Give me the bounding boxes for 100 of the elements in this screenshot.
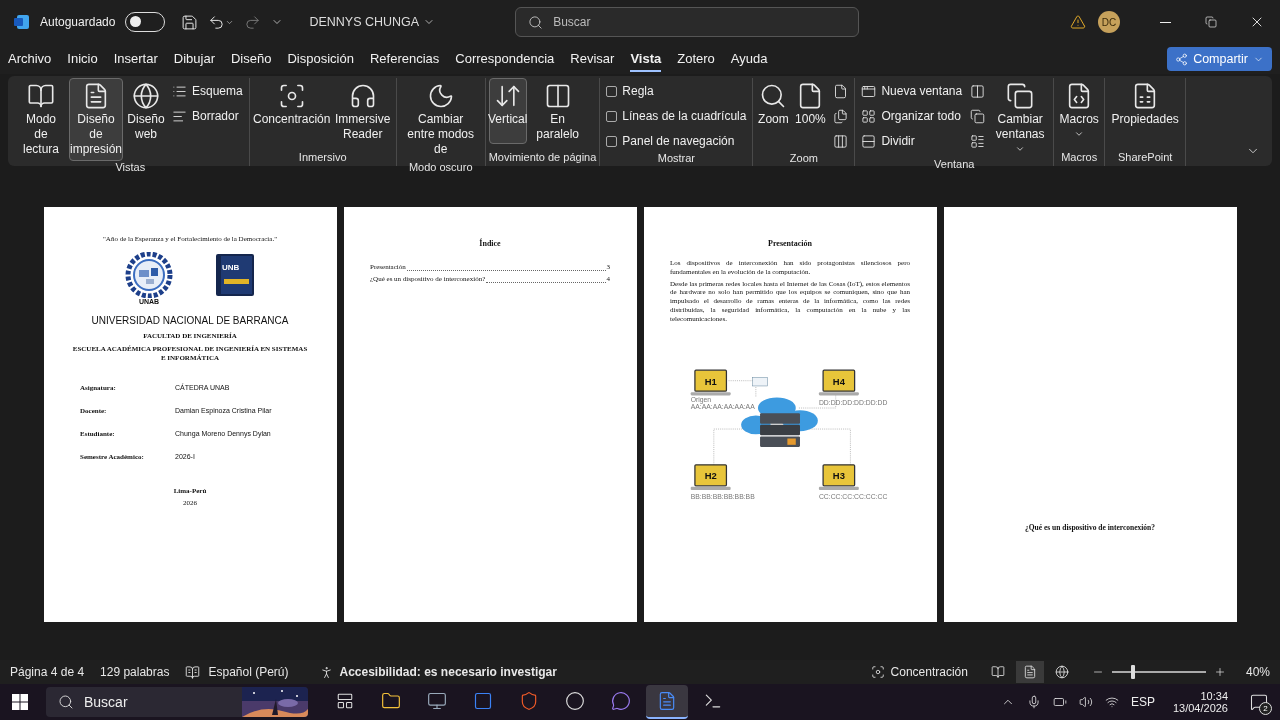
group-label: Inmersivo <box>297 151 348 165</box>
ribbon-button[interactable]: Diseño de impresión <box>69 78 123 161</box>
book-icon <box>27 82 55 110</box>
group-label: Movimiento de página <box>488 151 597 165</box>
ribbon-button[interactable]: Propiedades <box>1108 78 1183 144</box>
ribbon-button[interactable]: Cambiar entre modos de <box>399 78 482 161</box>
taskbar-app[interactable] <box>646 685 688 719</box>
checkbox[interactable]: Panel de navegación <box>603 130 750 152</box>
ribbon-button[interactable]: Zoom <box>756 78 791 144</box>
proofing-icon <box>185 664 201 680</box>
save-button[interactable] <box>181 13 199 31</box>
connection-line <box>728 380 757 399</box>
globe-icon <box>132 82 160 110</box>
share-button[interactable]: Compartir <box>1167 47 1272 71</box>
laptop-icon <box>818 464 859 491</box>
ribbon-button[interactable]: 100% <box>792 78 829 144</box>
app-icon <box>473 691 493 711</box>
search-icon <box>58 694 74 710</box>
task-view-icon <box>336 692 354 710</box>
group-label: Mostrar <box>656 152 696 166</box>
group-label: Modo oscuro <box>407 161 474 175</box>
menu-tab[interactable]: Archivo <box>8 46 52 72</box>
checkbox[interactable]: Regla <box>603 80 750 102</box>
ribbon-button[interactable]: Immersive Reader <box>332 78 393 146</box>
menu-tab[interactable]: Disposición <box>287 46 354 72</box>
gear-logo-icon <box>124 251 174 298</box>
word-count[interactable]: 129 palabras <box>100 665 170 679</box>
ribbon-button[interactable]: Modo de lectura <box>15 78 67 161</box>
accessibility-status[interactable]: Accesibilidad: es necesario investigar <box>339 665 557 679</box>
notification-icon <box>1250 693 1268 711</box>
menu-tab[interactable]: Revisar <box>570 46 615 72</box>
menu-tab[interactable]: Correspondencia <box>455 46 555 72</box>
windows-logo-icon[interactable] <box>12 694 28 710</box>
slider-thumb[interactable] <box>1130 665 1135 679</box>
undo-button[interactable] <box>208 13 235 31</box>
menu-tab[interactable]: Zotero <box>677 46 715 72</box>
ribbon-button[interactable]: Borrador <box>169 105 246 127</box>
group-label: Zoom <box>788 152 819 166</box>
zoom-in-icon <box>1213 666 1226 678</box>
group-label: Ventana <box>933 158 976 172</box>
menu-tab[interactable]: Diseño <box>231 46 272 72</box>
host-label: H3 <box>832 470 845 482</box>
host-label: H2 <box>704 470 717 482</box>
host-label: H1 <box>704 376 717 388</box>
ribbon-button[interactable]: Esquema <box>169 80 246 102</box>
book-icon <box>990 665 1005 679</box>
keyboard-language[interactable]: ESP <box>1130 695 1155 709</box>
host-label: H4 <box>832 376 845 388</box>
volume-icon <box>1078 695 1093 709</box>
view-button[interactable] <box>1015 661 1044 683</box>
zoom-level[interactable]: 40% <box>1245 665 1270 679</box>
ribbon-button[interactable]: Cambiar ventanas <box>990 78 1051 158</box>
shield-icon <box>519 691 539 711</box>
page-count[interactable]: Página 4 de 4 <box>10 665 85 679</box>
user-avatar[interactable]: DC <box>1098 11 1120 33</box>
autosave-label: Autoguardado <box>40 15 116 29</box>
folder-icon <box>381 691 401 711</box>
list-icon <box>172 83 187 99</box>
language-label[interactable]: Español (Perú) <box>208 665 289 679</box>
group-label: Vistas <box>114 161 147 175</box>
copy-icon <box>970 108 986 124</box>
focus-button[interactable]: Concentración <box>890 665 968 679</box>
split-icon <box>861 133 877 149</box>
menu-tab[interactable]: Insertar <box>113 46 158 72</box>
menu-tab[interactable]: Inicio <box>67 46 98 72</box>
page-icon <box>833 83 849 99</box>
minimize-icon <box>1159 21 1171 23</box>
ribbon-button[interactable]: Organizar todo <box>858 105 966 127</box>
ribbon-button[interactable]: Vertical <box>488 78 527 144</box>
menu-tab[interactable]: Ayuda <box>730 46 768 72</box>
taskbar-search-field[interactable]: Buscar <box>46 687 308 717</box>
checkbox[interactable]: Líneas de la cuadrícula <box>603 105 750 127</box>
clock-date[interactable]: 13/04/2026 <box>1172 702 1228 714</box>
menu-tab[interactable]: Referencias <box>369 46 440 72</box>
clock-time[interactable]: 10:34 <box>1200 690 1228 702</box>
pages-icon <box>833 108 849 124</box>
university-name: UNIVERSIDAD NACIONAL DE BARRANCA <box>91 314 289 327</box>
group-label: SharePoint <box>1116 151 1174 165</box>
document-icon <box>657 691 677 711</box>
search-icon <box>528 14 544 30</box>
ribbon-button[interactable]: Dividir <box>858 130 966 152</box>
ribbon-button[interactable]: Nueva ventana <box>858 80 966 102</box>
book-logo-icon <box>214 251 256 298</box>
ribbon-button[interactable]: En paralelo <box>528 78 587 146</box>
search-field[interactable]: Buscar <box>515 7 860 37</box>
ribbon-button[interactable]: Macros <box>1057 78 1102 144</box>
globe-icon <box>1054 665 1069 679</box>
notification-count: 2 <box>1259 702 1272 715</box>
focus-icon <box>870 665 885 679</box>
battery-icon <box>1052 695 1067 709</box>
document-title-button[interactable]: DENNYS CHUNGA <box>309 15 436 29</box>
redo-button[interactable] <box>244 13 262 31</box>
menu-tab[interactable]: Vista <box>630 46 662 72</box>
logo-caption: UNB <box>222 262 240 273</box>
wifi-icon <box>1104 695 1119 709</box>
side-by-side-icon <box>970 83 986 99</box>
menu-tab[interactable]: Dibujar <box>173 46 215 72</box>
ribbon-button[interactable]: Concentración <box>252 78 331 144</box>
notifications-button[interactable]: 2 <box>1250 693 1268 711</box>
ribbon-button[interactable]: Diseño web <box>125 78 167 146</box>
